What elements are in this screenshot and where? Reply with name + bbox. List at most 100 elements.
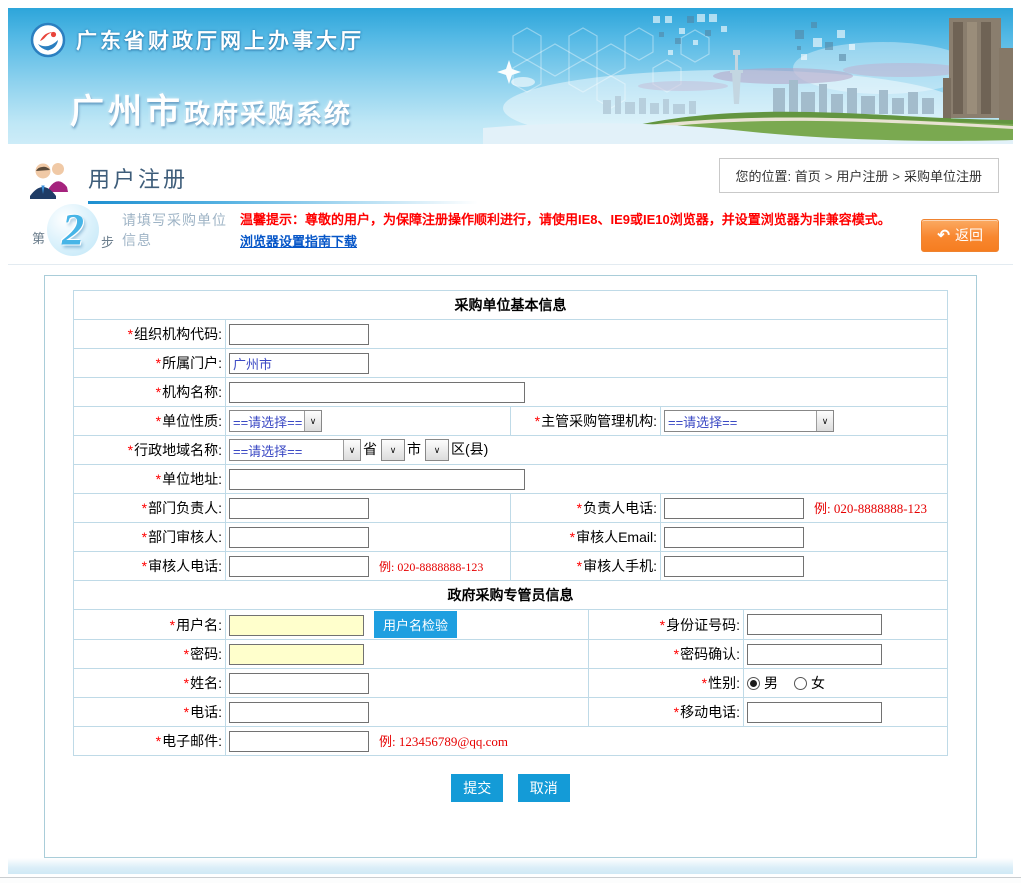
org-name-input[interactable] [229,382,525,403]
auditor-email-label-cell: *审核人Email: [511,523,661,552]
authority-select[interactable]: ==请选择== ∨ [664,410,834,432]
required-mark: * [170,617,175,633]
name-label: 姓名: [190,675,222,691]
required-mark: * [577,500,582,516]
page-title: 用户注册 [88,162,478,194]
name-input[interactable] [229,673,369,694]
authority-selected: ==请选择== [665,412,816,431]
required-mark: * [702,675,707,691]
required-mark: * [674,646,679,662]
org-code-input[interactable] [229,324,369,345]
dept-head-label: 部门负责人: [148,500,222,516]
form-actions: 提交 取消 [45,774,976,802]
auditor-mobile-input[interactable] [664,556,804,577]
password-input[interactable] [229,644,364,665]
back-button-label: 返回 [955,225,983,245]
district-label: 区(县) [451,441,488,457]
auditor-email-input[interactable] [664,527,804,548]
region-label-cell: *行政地域名称: [74,436,226,465]
portal-label-cell: *所属门户: [74,349,226,378]
required-mark: * [184,675,189,691]
portal-label: 所属门户: [162,355,222,371]
portal-input[interactable] [229,353,369,374]
auditor-phone-label: 审核人电话: [148,558,222,574]
phone-label-cell: *电话: [74,698,226,727]
breadcrumb-separator: > [825,169,833,184]
step-bar: 第 2 步 请填写采购单位信息 温馨提示：尊敬的用户，为保障注册操作顺利进行，请… [8,202,1013,265]
address-label: 单位地址: [162,471,222,487]
cancel-button[interactable]: 取消 [518,774,570,802]
org-name-label-cell: *机构名称: [74,378,226,407]
browser-guide-link[interactable]: 浏览器设置指南下载 [240,231,357,253]
auditor-phone-example: 例: 020-8888888-123 [379,560,483,574]
region-district-select[interactable]: ∨ [425,439,449,461]
mobile-input[interactable] [747,702,882,723]
section1-title: 采购单位基本信息 [74,291,948,320]
banner: 广东省财政厅网上办事大厅 广州市政府采购系统 [8,8,1013,144]
required-mark: * [184,646,189,662]
id-number-label: 身份证号码: [666,617,740,633]
dept-auditor-input[interactable] [229,527,369,548]
head-phone-label-cell: *负责人电话: [511,494,661,523]
unit-nature-selected: ==请选择== [230,412,304,431]
dept-auditor-label-cell: *部门审核人: [74,523,226,552]
username-input[interactable] [229,615,364,636]
dept-head-label-cell: *部门负责人: [74,494,226,523]
required-mark: * [660,617,665,633]
auditor-phone-input[interactable] [229,556,369,577]
region-province-select[interactable]: ==请选择== ∨ [229,439,361,461]
users-icon [28,158,74,200]
finance-logo-icon [30,22,66,58]
breadcrumb-register-link[interactable]: 用户注册 [836,169,888,184]
chevron-down-icon: ∨ [816,411,833,431]
region-city-select[interactable]: ∨ [381,439,405,461]
org-code-label: 组织机构代码: [134,326,222,342]
address-label-cell: *单位地址: [74,465,226,494]
id-number-label-cell: *身份证号码: [589,610,744,640]
username-label-cell: *用户名: [74,610,226,640]
gender-label-cell: *性别: [589,669,744,698]
portal-title: 广东省财政厅网上办事大厅 [76,25,364,55]
step-indicator: 第 2 步 请填写采购单位信息 [32,204,240,256]
system-title: 广州市政府采购系统 [70,84,352,133]
breadcrumb-separator: > [892,169,900,184]
head-phone-label: 负责人电话: [583,500,657,516]
unit-nature-select[interactable]: ==请选择== ∨ [229,410,322,432]
head-phone-input[interactable] [664,498,804,519]
authority-label-cell: *主管采购管理机构: [511,407,661,436]
address-input[interactable] [229,469,525,490]
required-mark: * [156,355,161,371]
system-title-city: 广州市 [70,93,184,131]
password-label-cell: *密码: [74,640,226,669]
purchase-unit-basic-info-table: 采购单位基本信息 *组织机构代码: *所属门户: *机构名称: *单位性质: =… [73,290,948,581]
breadcrumb-current: 采购单位注册 [904,169,982,184]
banner-cityscape [483,8,1013,144]
dept-auditor-label: 部门审核人: [148,529,222,545]
username-check-button[interactable]: 用户名检验 [374,611,457,638]
back-button[interactable]: ↶ 返回 [921,219,999,252]
breadcrumb-home-link[interactable]: 首页 [795,169,821,184]
required-mark: * [570,529,575,545]
id-number-input[interactable] [747,614,882,635]
gender-female-radio[interactable] [794,677,807,690]
required-mark: * [142,529,147,545]
chevron-down-icon: ∨ [426,440,448,460]
gender-label: 性别: [708,675,740,691]
registration-form: 采购单位基本信息 *组织机构代码: *所属门户: *机构名称: *单位性质: =… [44,275,977,858]
submit-button[interactable]: 提交 [451,774,503,802]
step-description: 请填写采购单位信息 [122,210,240,250]
dept-head-input[interactable] [229,498,369,519]
required-mark: * [156,413,161,429]
back-arrow-icon: ↶ [937,228,950,243]
step-prefix: 第 [32,228,45,247]
auditor-mobile-label: 审核人手机: [583,558,657,574]
breadcrumb: 您的位置: 首页>用户注册>采购单位注册 [719,158,999,193]
chevron-down-icon: ∨ [304,411,321,431]
required-mark: * [142,500,147,516]
password-confirm-input[interactable] [747,644,882,665]
email-input[interactable] [229,731,369,752]
phone-input[interactable] [229,702,369,723]
required-mark: * [142,558,147,574]
gender-female-label: 女 [811,673,825,693]
gender-male-radio[interactable] [747,677,760,690]
